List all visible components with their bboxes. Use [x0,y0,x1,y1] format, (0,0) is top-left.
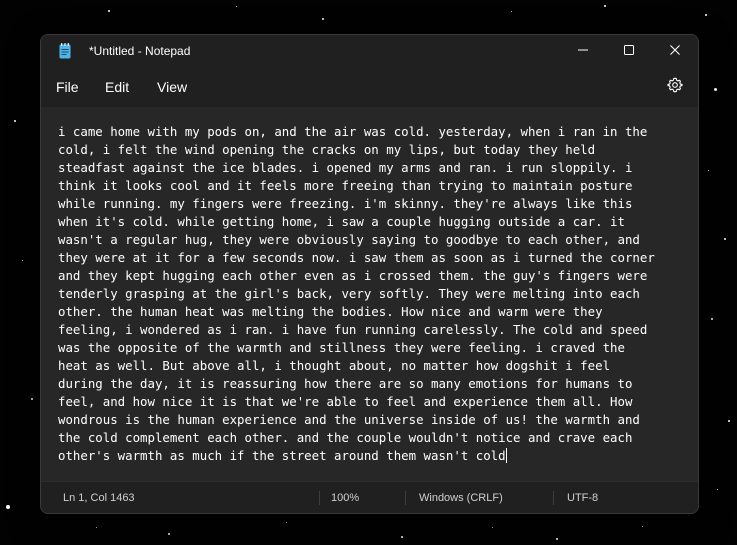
star [728,420,730,422]
cursor-position: Ln 1, Col 1463 [63,492,135,504]
star [711,318,713,320]
star [604,5,606,7]
menu-view[interactable]: View [157,79,187,95]
editor-line: heat as well. But above all, i thought a… [58,358,611,373]
maximize-button[interactable] [606,35,652,67]
editor-line: the cold complement each other. and the … [58,430,633,445]
status-divider [553,491,554,505]
editor-line: tenderly grasping at the girl's back, ve… [58,286,640,301]
status-divider [319,491,320,505]
status-bar: Ln 1, Col 1463 100% Windows (CRLF) UTF-8 [41,481,698,513]
text-editor[interactable]: i came home with my pods on, and the air… [41,107,698,481]
zoom-level: 100% [331,492,360,504]
title-bar[interactable]: *Untitled - Notepad [41,35,698,67]
editor-line: feeling, i wondered as i ran. i have fun… [58,322,648,337]
editor-line: and they kept hugging each other even as… [58,268,648,283]
editor-line: while running. my fingers were freezing.… [58,196,633,211]
line-ending: Windows (CRLF) [419,492,503,504]
star [717,489,718,490]
editor-line: during the day, it is reassuring how the… [58,376,633,391]
editor-line: cold, i felt the wind opening the cracks… [58,142,596,157]
star [14,120,16,122]
editor-line: think it looks cool and it feels more fr… [58,178,633,193]
editor-line: wondrous is the human experience and the… [58,412,640,427]
close-icon [670,42,680,60]
star [511,11,512,12]
star [22,260,23,261]
notepad-icon [59,43,71,59]
maximize-icon [624,42,634,60]
notepad-window: *Untitled - Notepad File Edit View i cam… [40,34,699,514]
star [401,536,403,538]
editor-line: feel, and how nice it is that we're able… [58,394,633,409]
star [642,526,643,527]
star [6,505,10,509]
gear-icon [667,77,683,98]
editor-line: other's warmth as much if the street aro… [58,448,506,463]
editor-line: when it's cold. while getting home, i sa… [58,214,625,229]
editor-content[interactable]: i came home with my pods on, and the air… [58,123,698,465]
star [96,527,97,528]
star [322,18,324,20]
star [708,170,709,171]
menu-bar: File Edit View [41,67,698,107]
editor-line: wasn't a regular hug, they were obviousl… [58,232,640,247]
editor-line: other. the human heat was melting the bo… [58,304,603,319]
star [492,527,493,528]
status-divider [405,491,406,505]
menu-edit[interactable]: Edit [105,79,129,95]
window-title: *Untitled - Notepad [89,44,191,58]
star [236,6,237,7]
settings-button[interactable] [664,76,686,98]
minimize-button[interactable] [560,35,606,67]
star [31,398,33,400]
desktop-background: *Untitled - Notepad File Edit View i cam… [0,0,737,545]
editor-line: they were at it for a few seconds now. i… [58,250,655,265]
star [714,88,717,91]
encoding: UTF-8 [567,492,599,504]
close-button[interactable] [652,35,698,67]
editor-line: steadfast against the ice blades. i open… [58,160,633,175]
star [286,522,287,523]
star [108,10,110,12]
menu-file[interactable]: File [56,79,79,95]
minimize-icon [578,42,588,60]
editor-line: was the opposite of the warmth and still… [58,340,625,355]
star [705,14,707,16]
text-cursor [505,448,507,463]
star [724,238,726,240]
editor-line: i came home with my pods on, and the air… [58,124,648,139]
star [556,538,558,540]
star [168,533,170,535]
